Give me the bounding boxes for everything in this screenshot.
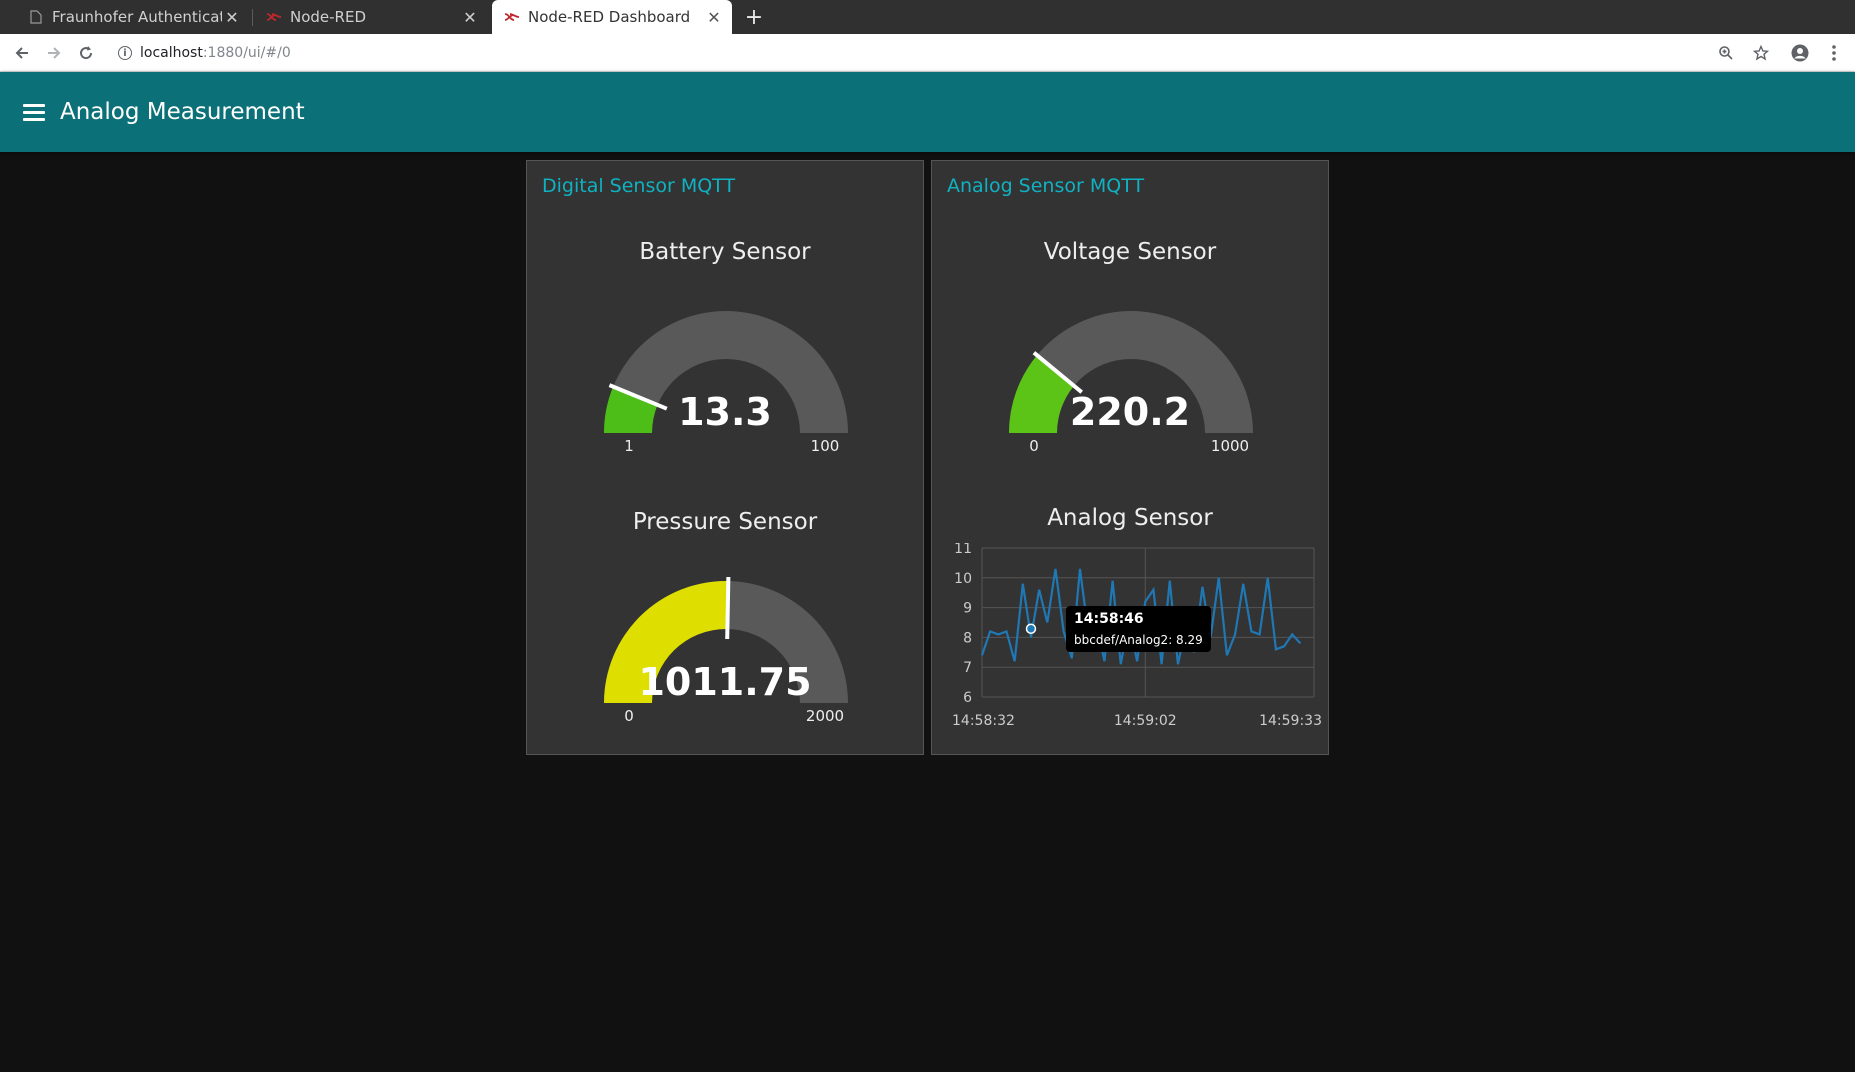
info-icon[interactable]: i [118, 46, 132, 60]
forward-icon[interactable] [40, 34, 68, 72]
star-icon[interactable] [1747, 34, 1775, 72]
y-tick-label: 11 [954, 543, 972, 557]
tooltip-time: 14:58:46 [1074, 611, 1144, 627]
browser-toolbar: i localhost:1880/ui/#/0 [0, 34, 1855, 72]
gauge-max: 1000 [1210, 437, 1250, 455]
tab-node-red-dashboard[interactable]: Node-RED Dashboard ✕ [492, 0, 732, 34]
gauge-needle [725, 576, 731, 640]
gauge-min: 1 [624, 437, 634, 455]
y-tick-label: 10 [954, 571, 972, 587]
widget-title: Voltage Sensor [1043, 239, 1217, 265]
tab-title: Node-RED Dashboard [528, 8, 691, 26]
group-title: Analog Sensor MQTT [947, 175, 1145, 197]
page-title: Analog Measurement [60, 99, 305, 125]
x-tick-label: 14:59:02 [1114, 713, 1177, 729]
close-icon[interactable]: ✕ [460, 8, 480, 27]
gauge-max: 2000 [805, 707, 845, 725]
url-path: :1880/ui/#/0 [202, 45, 291, 61]
y-tick-label: 9 [963, 601, 972, 617]
y-tick-label: 6 [963, 690, 972, 706]
new-tab-icon[interactable]: + [742, 0, 766, 34]
tab-title: Fraunhofer Authenticatio [52, 8, 222, 26]
node-red-icon [504, 9, 520, 25]
account-icon[interactable] [1786, 34, 1814, 72]
gauge-value: 13.3 [678, 390, 772, 434]
reload-icon[interactable] [72, 34, 100, 72]
gauge-min: 0 [1029, 437, 1039, 455]
group-card-analog: Analog Sensor MQTT Voltage Sensor 220.2 … [931, 160, 1329, 755]
menu-dots-icon[interactable] [1820, 34, 1848, 72]
tooltip-value: bbcdef/Analog2: 8.29 [1074, 633, 1203, 647]
chart-tooltip: 14:58:46 bbcdef/Analog2: 8.29 [1066, 606, 1211, 652]
gauge-max: 100 [810, 437, 840, 455]
gauge-min: 0 [624, 707, 634, 725]
hamburger-menu-icon[interactable] [23, 104, 45, 121]
widget-title: Battery Sensor [639, 239, 811, 265]
y-tick-label: 7 [963, 660, 972, 676]
page-icon [28, 9, 44, 25]
node-red-icon [266, 9, 282, 25]
x-tick-label: 14:59:33 [1259, 713, 1322, 729]
gauge-value: 1011.75 [638, 660, 812, 704]
browser-tab-strip: Fraunhofer Authenticatio ✕ Node-RED ✕ No… [0, 0, 1855, 34]
tab-node-red[interactable]: Node-RED ✕ [238, 0, 488, 34]
url-host: localhost [140, 45, 203, 61]
widget-title: Pressure Sensor [632, 509, 818, 535]
zoom-icon[interactable] [1712, 34, 1740, 72]
gauge-value: 220.2 [1069, 390, 1191, 434]
hover-point [1025, 623, 1037, 635]
address-bar[interactable]: i localhost:1880/ui/#/0 [118, 34, 291, 72]
chart-title: Analog Sensor [1047, 505, 1213, 531]
tab-fraunhofer[interactable]: Fraunhofer Authenticatio ✕ [0, 0, 250, 34]
x-tick-label: 14:58:32 [952, 713, 1015, 729]
dashboard-header: Analog Measurement [0, 72, 1855, 152]
close-icon[interactable]: ✕ [704, 8, 724, 27]
tab-title: Node-RED [290, 8, 367, 26]
back-icon[interactable] [8, 34, 36, 72]
group-title: Digital Sensor MQTT [542, 175, 736, 197]
y-tick-label: 8 [963, 630, 972, 646]
group-card-digital: Digital Sensor MQTT Battery Sensor 13.3 … [526, 160, 924, 755]
